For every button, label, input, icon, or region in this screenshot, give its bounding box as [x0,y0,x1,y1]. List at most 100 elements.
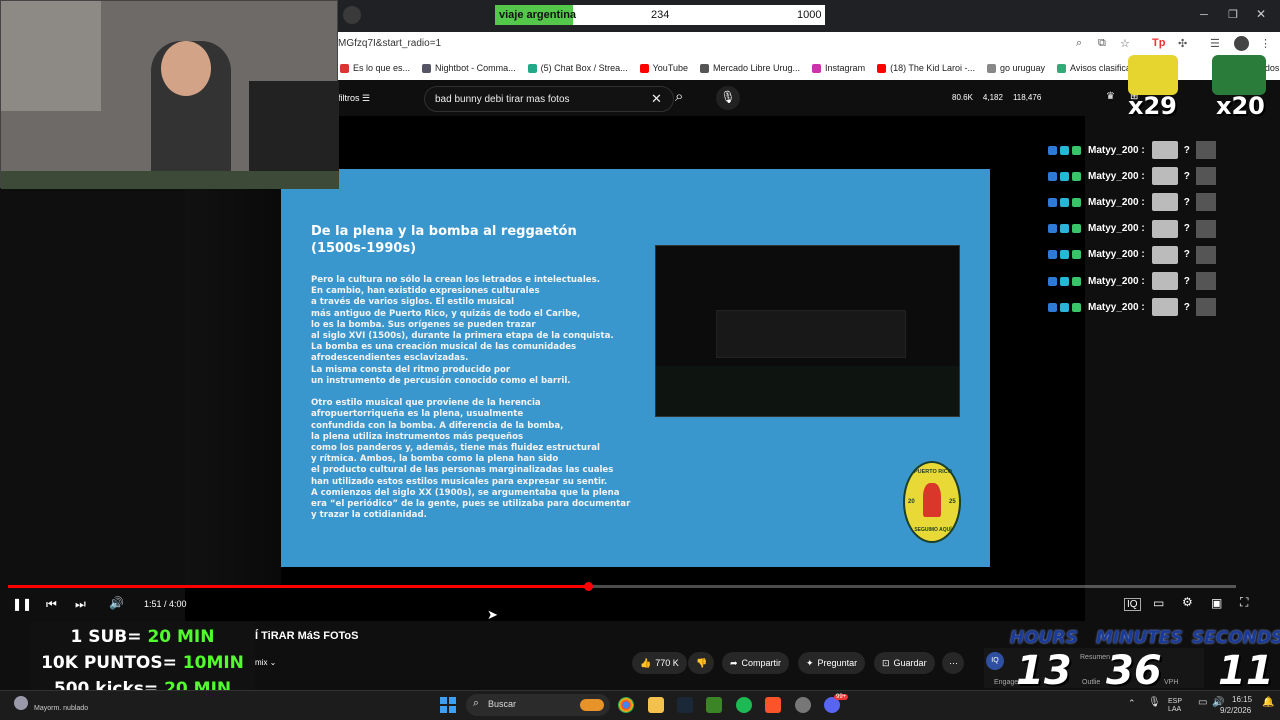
volume-tray-icon[interactable]: 🔊 [1212,697,1224,708]
dislike-button[interactable]: 👎 [688,652,714,674]
chat-separator: ? [1183,301,1190,313]
goal-bar: viaje argentina 234 1000 [495,5,825,25]
tube-icon[interactable]: ♛ [1106,91,1115,102]
mix-button[interactable]: mix ⌄ [255,658,276,667]
windows-start-icon[interactable] [440,697,456,713]
badge-icon [1072,197,1081,207]
voice-search-icon[interactable]: 🎙 [716,86,740,110]
progress-scrubber[interactable] [584,582,593,591]
figure-icon [923,483,941,517]
subtitles-icon[interactable]: ▭ [1153,596,1164,610]
extension-tp-icon[interactable]: Tp [1152,37,1165,49]
clock-time[interactable]: 16:15 [1232,695,1252,704]
hours-label: HOURS [1010,628,1078,648]
mic-tray-icon[interactable]: 🎙 [1148,697,1161,708]
monitor-shape [249,81,339,181]
progress-bar[interactable] [8,585,1236,588]
badge-icon [1060,171,1069,181]
chat-username[interactable]: Matyy_200 : [1088,302,1145,313]
brave-icon[interactable] [765,697,781,713]
puerto-rico-seal: PUERTO RICO 20 25 SEGUIMO AQUÍ [903,461,961,543]
file-explorer-icon[interactable] [648,697,664,713]
media-icon[interactable]: ☰ [1210,37,1220,50]
minecraft-icon[interactable] [706,697,722,713]
taskbar-search-icon: ⌕ [473,697,480,709]
bookmark-item[interactable]: (5) Chat Box / Strea... [527,63,628,73]
tray-chevron-icon[interactable]: ⌃ [1128,698,1136,709]
close-window-icon[interactable]: ✕ [1256,7,1266,21]
steam-icon[interactable] [677,697,693,713]
app-icon[interactable] [795,697,811,713]
chat-username[interactable]: Matyy_200 : [1088,249,1145,260]
brick-wall [1,1,101,111]
miniplayer-icon[interactable]: ▣ [1211,596,1222,610]
search-icon[interactable]: ⌕ [675,88,683,105]
profile-avatar[interactable] [1234,36,1249,51]
thumbs-down-icon: 👎 [696,657,708,668]
panel-outlier[interactable]: Outlie [1082,679,1100,686]
clear-search-icon[interactable]: ✕ [651,91,662,107]
sponge-emote [1128,55,1178,95]
bookmark-item[interactable]: Instagram [812,63,865,73]
settings-gear-icon[interactable]: ⚙ [1182,595,1193,609]
thumbs-up-icon: 👍 [640,657,652,668]
badge-icon [1060,250,1069,260]
zoom-icon[interactable]: ⌕ [1076,37,1082,50]
chat-username[interactable]: Matyy_200 : [1088,276,1145,287]
fullscreen-icon[interactable]: ⛶ [1240,595,1248,610]
extensions-icon[interactable]: ✣ [1178,37,1187,50]
bookmark-item[interactable]: (18) The Kid Laroi -... [877,63,975,73]
taskbar-search[interactable]: ⌕ Buscar [466,694,610,716]
maximize-icon[interactable]: ❐ [1228,8,1238,21]
pause-icon[interactable]: ❚❚ [12,597,32,611]
emote-icon [1151,298,1178,317]
clock-date[interactable]: 9/2/2026 [1220,706,1251,715]
panel-vph[interactable]: VPH [1164,679,1178,686]
chat-username[interactable]: Matyy_200 : [1088,171,1145,182]
mouse-cursor-icon: ➤ [487,607,498,622]
chrome-icon[interactable] [618,697,634,713]
like-button[interactable]: 👍 770 K [632,652,687,674]
chat-username[interactable]: Matyy_200 : [1088,145,1145,156]
bookmark-item[interactable]: Mercado Libre Urug... [700,63,800,73]
install-icon[interactable]: ⧉ [1098,37,1106,50]
address-bar[interactable]: MGfzq7I&start_radio=1 ⌕ ⧉ ☆ Tp ✣ ☰ ⋮ [330,32,1280,56]
language-indicator[interactable]: ESP LAA [1168,698,1182,714]
spotify-icon[interactable] [736,697,752,713]
minimize-icon[interactable]: ─ [1200,9,1208,21]
menu-icon[interactable]: ⋮ [1260,37,1271,50]
volume-icon[interactable]: 🔊 [109,596,124,610]
bookmark-item[interactable]: Nightbot - Comma... [422,63,516,73]
bookmark-item[interactable]: go uruguay [986,63,1045,73]
goal-target: 1000 [797,9,822,21]
rule-line: 10K PUNTOS= 10MIN [41,653,244,673]
emote-icon [1195,193,1216,212]
tab-favicon-icon[interactable] [343,6,361,24]
badge-icon [1072,171,1081,181]
badge-icon [1060,276,1069,286]
next-icon[interactable]: ⏭ [75,597,86,612]
search-input[interactable]: bad bunny debi tirar mas fotos ✕ [424,86,674,112]
chat-username[interactable]: Matyy_200 : [1088,197,1145,208]
notification-bell-icon[interactable]: 🔔 [1262,697,1274,708]
bookmark-star-icon[interactable]: ☆ [1120,37,1130,50]
previous-icon[interactable]: ⏮ [46,597,57,612]
filters-button[interactable]: filtros ☰ [338,93,370,104]
panel-engage[interactable]: Engage [994,679,1018,686]
bookmark-item[interactable]: YouTube [639,63,688,73]
network-icon[interactable]: ▭ [1198,697,1207,708]
emote-icon [1195,219,1216,238]
save-button[interactable]: ⊡ Guardar [874,652,935,674]
share-icon: ➦ [730,657,738,668]
ask-button[interactable]: ✦ Preguntar [798,652,866,674]
share-button[interactable]: ➦ Compartir [722,652,790,674]
chat-username[interactable]: Matyy_200 : [1088,223,1145,234]
badge-icon [1048,250,1057,260]
more-button[interactable]: ⋯ [942,652,964,674]
bookmark-item[interactable]: Es lo que es... [340,63,410,73]
chat-message: Matyy_200 :? [1048,297,1216,317]
badge-icon [1048,276,1057,286]
minutes-value: 36 [1106,648,1162,694]
weather-icon[interactable] [14,696,28,710]
iq-icon[interactable]: IQ [1124,598,1141,611]
